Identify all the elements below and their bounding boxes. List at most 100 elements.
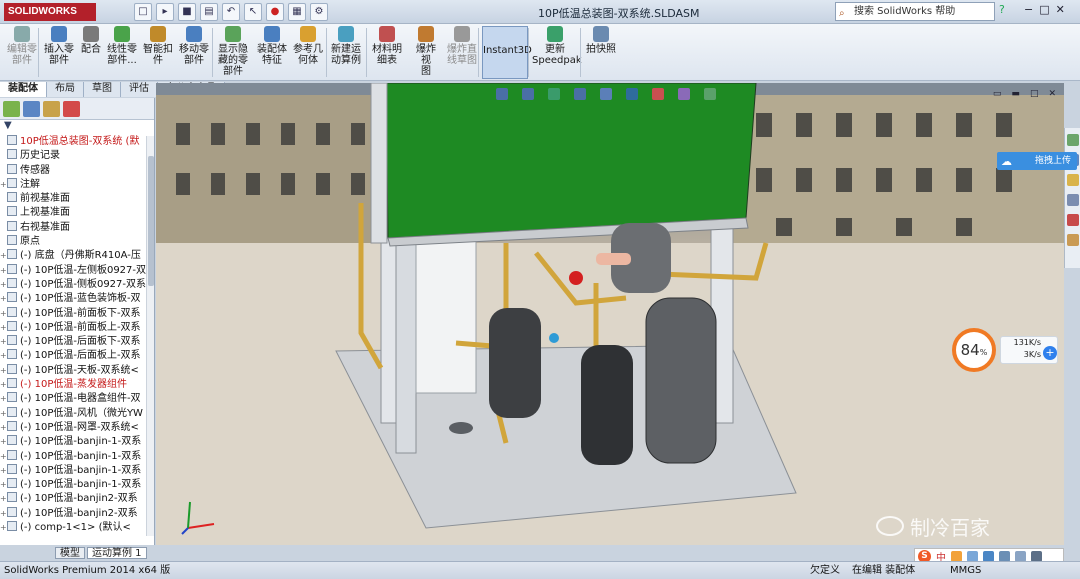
- expand-toggle-icon[interactable]: +: [0, 307, 7, 321]
- tab-0[interactable]: 装配体: [0, 82, 47, 97]
- solidworks-logo[interactable]: SOLIDWORKS: [4, 3, 96, 21]
- tab-3[interactable]: 评估: [121, 82, 158, 97]
- tree-item[interactable]: + (-) 10P低温-蓝色装饰板-双: [0, 292, 154, 306]
- tree-scrollbar-thumb[interactable]: [148, 156, 154, 286]
- close-button[interactable]: ✕: [1056, 3, 1065, 16]
- ribbon-button-3[interactable]: 线性零 部件...: [106, 26, 138, 66]
- ribbon-button-2[interactable]: 配合: [80, 26, 102, 55]
- ime-keyboard-icon[interactable]: [999, 550, 1010, 562]
- help-search-input[interactable]: ⌕ 搜索 SolidWorks 帮助: [835, 2, 995, 21]
- expand-toggle-icon[interactable]: +: [0, 378, 7, 392]
- expand-toggle-icon[interactable]: +: [0, 464, 7, 478]
- undo-icon[interactable]: ↶: [222, 3, 240, 21]
- expand-toggle-icon[interactable]: +: [0, 278, 7, 292]
- viewport-restore-icon[interactable]: ▭: [993, 89, 1002, 99]
- tree-item[interactable]: + (-) 10P低温-前面板下-双系: [0, 306, 154, 321]
- tree-item[interactable]: + (-) 10P低温-侧板0927-双系: [0, 277, 154, 292]
- ime-punctuation-icon[interactable]: [951, 550, 962, 562]
- apply-scene-icon[interactable]: [704, 88, 716, 100]
- zoom-to-fit-icon[interactable]: [496, 88, 508, 100]
- tree-item[interactable]: 前视基准面: [0, 192, 154, 206]
- expand-toggle-icon[interactable]: +: [0, 335, 7, 349]
- graphics-viewport[interactable]: ▭ ▬ □ ✕: [156, 83, 1064, 545]
- help-question-icon[interactable]: ?: [999, 3, 1017, 20]
- save-icon[interactable]: ■: [178, 3, 196, 21]
- ribbon-button-8[interactable]: 参考几 何体: [292, 26, 324, 66]
- rebuild-traffic-light-icon[interactable]: ●: [266, 3, 284, 21]
- minimize-button[interactable]: −: [1024, 3, 1033, 16]
- tree-item[interactable]: + (-) 10P低温-网罩-双系统<: [0, 420, 154, 435]
- tree-item[interactable]: 10P低温总装图-双系统 (默: [0, 135, 154, 149]
- tab-2[interactable]: 草图: [84, 82, 121, 97]
- open-folder-icon[interactable]: ▸: [156, 3, 174, 21]
- tree-item[interactable]: + (-) 底盘（丹佛斯R410A-压: [0, 249, 154, 263]
- ime-skin-icon[interactable]: [1015, 550, 1026, 562]
- expand-toggle-icon[interactable]: +: [0, 178, 7, 192]
- expand-toggle-icon[interactable]: +: [0, 249, 7, 263]
- tree-item[interactable]: + (-) 10P低温-蒸发器组件: [0, 378, 154, 392]
- tree-scrollbar[interactable]: [146, 136, 154, 536]
- tab-motion-study[interactable]: 运动算例 1: [87, 547, 147, 559]
- status-units[interactable]: MMGS: [950, 562, 981, 579]
- expand-toggle-icon[interactable]: +: [0, 264, 7, 278]
- feature-manager-tab-icon[interactable]: [3, 101, 20, 117]
- solidworks-resources-icon[interactable]: [1067, 134, 1079, 146]
- view-orientation-icon[interactable]: [600, 88, 612, 100]
- zoom-to-area-icon[interactable]: [522, 88, 534, 100]
- ribbon-button-13[interactable]: Instant3D: [482, 26, 532, 79]
- appearances-icon[interactable]: [1067, 214, 1079, 226]
- ribbon-button-1[interactable]: 插入零 部件: [42, 26, 76, 66]
- expand-toggle-icon[interactable]: +: [0, 407, 7, 421]
- ribbon-button-4[interactable]: 智能扣 件: [143, 26, 173, 66]
- ribbon-button-14[interactable]: 更新 Speedpak: [532, 26, 582, 66]
- expand-toggle-icon[interactable]: +: [0, 492, 7, 506]
- tree-item[interactable]: + 注解: [0, 177, 154, 192]
- expand-toggle-icon[interactable]: +: [0, 349, 7, 363]
- tree-item[interactable]: + (-) 10P低温-banjin-1-双系: [0, 463, 154, 478]
- custom-properties-icon[interactable]: [1067, 234, 1079, 246]
- tree-item[interactable]: 历史记录: [0, 149, 154, 163]
- expand-toggle-icon[interactable]: +: [0, 450, 7, 464]
- view-palette-icon[interactable]: [1067, 194, 1079, 206]
- hide-show-items-icon[interactable]: [652, 88, 664, 100]
- accelerate-plus-icon[interactable]: +: [1043, 346, 1057, 360]
- select-arrow-icon[interactable]: ↖: [244, 3, 262, 21]
- expand-toggle-icon[interactable]: +: [0, 292, 7, 306]
- expand-toggle-icon[interactable]: +: [0, 392, 7, 406]
- previous-view-icon[interactable]: [548, 88, 560, 100]
- tab-model[interactable]: 模型: [55, 547, 85, 559]
- tab-1[interactable]: 布局: [47, 82, 84, 97]
- tree-item[interactable]: + (-) comp-1<1> (默认<: [0, 521, 154, 535]
- tree-item[interactable]: + (-) 10P低温-电器盒组件-双: [0, 392, 154, 406]
- tree-item[interactable]: 传感器: [0, 163, 154, 178]
- file-properties-icon[interactable]: ▦: [288, 3, 306, 21]
- viewport-maximize-icon[interactable]: □: [1030, 89, 1039, 99]
- ribbon-button-9[interactable]: 新建运 动算例: [330, 26, 362, 66]
- maximize-button[interactable]: □: [1039, 3, 1049, 16]
- tree-item[interactable]: + (-) 10P低温-后面板上-双系: [0, 349, 154, 363]
- tree-item[interactable]: + (-) 10P低温-banjin-1-双系: [0, 449, 154, 464]
- tree-item[interactable]: + (-) 10P低温-天板-双系统<: [0, 363, 154, 378]
- tree-item[interactable]: 原点: [0, 235, 154, 249]
- drag-upload-button[interactable]: ☁ 拖拽上传: [997, 152, 1077, 170]
- edit-appearance-icon[interactable]: [678, 88, 690, 100]
- tree-item[interactable]: + (-) 10P低温-前面板上-双系: [0, 320, 154, 335]
- ribbon-button-0[interactable]: 编辑零 部件: [6, 26, 38, 66]
- display-manager-tab-icon[interactable]: [63, 101, 80, 117]
- ribbon-button-15[interactable]: 拍快照: [586, 26, 616, 55]
- ime-toolbox-icon[interactable]: [1031, 550, 1042, 562]
- ribbon-button-10[interactable]: 材料明 细表: [370, 26, 404, 66]
- ribbon-button-12[interactable]: 爆炸直 线草图: [446, 26, 478, 66]
- tree-item[interactable]: + (-) 10P低温-banjin-1-双系: [0, 478, 154, 492]
- ribbon-button-11[interactable]: 爆炸视 图: [412, 26, 440, 77]
- tree-item[interactable]: 右视基准面: [0, 220, 154, 235]
- expand-toggle-icon[interactable]: +: [0, 435, 7, 449]
- tree-item[interactable]: + (-) 10P低温-banjin-1-双系: [0, 435, 154, 449]
- configuration-manager-tab-icon[interactable]: [43, 101, 60, 117]
- new-file-icon[interactable]: □: [134, 3, 152, 21]
- expand-toggle-icon[interactable]: +: [0, 364, 7, 378]
- expand-toggle-icon[interactable]: +: [0, 507, 7, 521]
- expand-toggle-icon[interactable]: +: [0, 478, 7, 492]
- viewport-minimize-icon[interactable]: ▬: [1011, 89, 1020, 99]
- ime-voice-icon[interactable]: [983, 550, 994, 562]
